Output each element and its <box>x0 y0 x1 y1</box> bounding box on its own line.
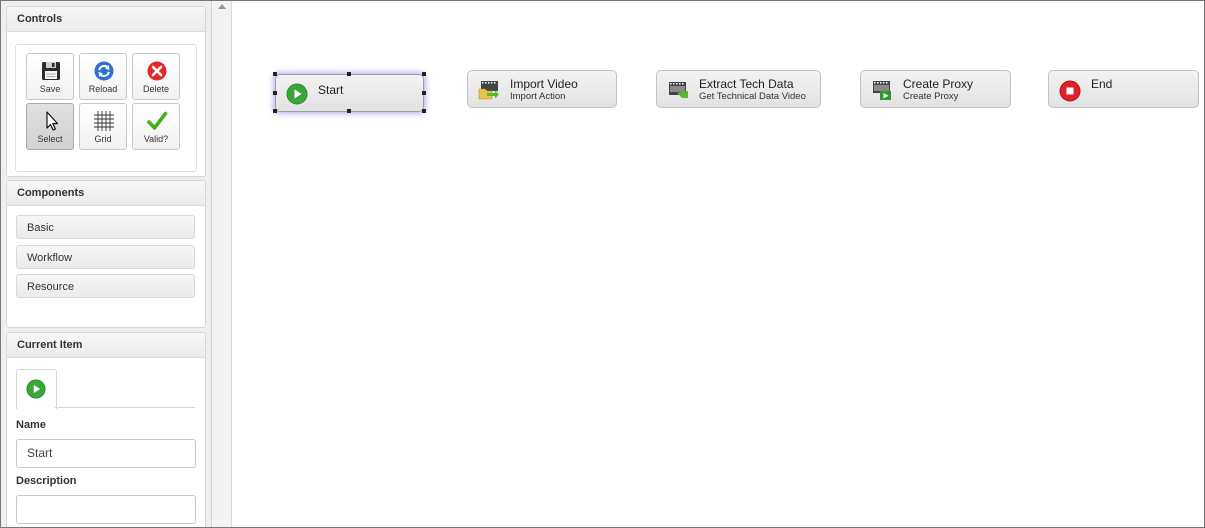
checkmark-icon <box>147 111 168 130</box>
node-extract-subtitle: Get Technical Data Video <box>699 91 806 102</box>
resize-handle[interactable] <box>422 109 426 113</box>
node-end-title: End <box>1091 77 1113 91</box>
name-label: Name <box>16 419 46 431</box>
resize-handle[interactable] <box>422 91 426 95</box>
delete-icon <box>147 61 167 81</box>
node-create-proxy[interactable]: Create Proxy Create Proxy <box>860 70 1011 108</box>
node-extract-tech-data[interactable]: Extract Tech Data Get Technical Data Vid… <box>656 70 821 108</box>
play-icon <box>286 83 308 105</box>
node-import-video[interactable]: Import Video Import Action <box>467 70 617 108</box>
app-frame: Controls Save Reload Delete Select Grid … <box>0 0 1205 528</box>
current-item-title: Current Item <box>7 333 205 358</box>
resize-handle[interactable] <box>273 91 277 95</box>
node-proxy-subtitle: Create Proxy <box>903 91 959 102</box>
save-label: Save <box>39 84 61 94</box>
delete-button[interactable]: Delete <box>132 53 180 100</box>
node-import-subtitle: Import Action <box>510 91 566 102</box>
sidebar: Controls Save Reload Delete Select Grid … <box>1 1 212 527</box>
resize-handle[interactable] <box>422 72 426 76</box>
resize-handle[interactable] <box>347 109 351 113</box>
current-item-panel: Current Item Name Start Description <box>6 332 206 527</box>
node-start[interactable]: Start <box>275 74 424 112</box>
sidebar-splitter[interactable] <box>212 1 232 527</box>
components-panel: Components Basic Workflow Resource <box>6 180 206 328</box>
film-import-icon <box>478 81 499 100</box>
valid-label: Valid? <box>143 134 169 144</box>
component-resource[interactable]: Resource <box>16 274 195 298</box>
resize-handle[interactable] <box>347 72 351 76</box>
cursor-icon <box>46 111 59 131</box>
select-button[interactable]: Select <box>26 103 74 150</box>
play-icon <box>26 379 46 399</box>
save-icon <box>42 62 60 80</box>
resize-handle[interactable] <box>273 72 277 76</box>
stop-icon <box>1059 80 1081 102</box>
tab-divider <box>55 407 195 408</box>
resize-handle[interactable] <box>273 109 277 113</box>
delete-label: Delete <box>142 84 169 94</box>
valid-button[interactable]: Valid? <box>132 103 180 150</box>
component-workflow[interactable]: Workflow <box>16 245 195 269</box>
component-basic[interactable]: Basic <box>16 215 195 239</box>
grid-button[interactable]: Grid <box>79 103 127 150</box>
controls-title: Controls <box>7 7 205 32</box>
film-proxy-icon <box>873 81 891 100</box>
controls-toolbar: Save Reload Delete Select Grid Valid? <box>15 44 197 172</box>
collapse-arrow-icon[interactable] <box>218 4 226 9</box>
grid-label: Grid <box>94 134 112 144</box>
grid-icon <box>94 111 114 131</box>
controls-panel: Controls Save Reload Delete Select Grid … <box>6 6 206 177</box>
node-start-title: Start <box>318 83 344 97</box>
reload-icon <box>94 61 114 81</box>
node-extract-title: Extract Tech Data <box>699 77 794 91</box>
reload-button[interactable]: Reload <box>79 53 127 100</box>
save-button[interactable]: Save <box>26 53 74 100</box>
tab-current-item[interactable] <box>16 369 57 409</box>
components-title: Components <box>7 181 205 206</box>
film-extract-icon <box>669 82 688 98</box>
node-proxy-title: Create Proxy <box>903 77 974 91</box>
node-end[interactable]: End <box>1048 70 1199 108</box>
select-label: Select <box>37 134 63 144</box>
name-field[interactable]: Start <box>16 439 196 468</box>
node-import-title: Import Video <box>510 77 578 91</box>
description-label: Description <box>16 475 77 487</box>
reload-label: Reload <box>88 84 118 94</box>
description-field[interactable] <box>16 495 196 524</box>
workflow-canvas[interactable]: Start Import Video Import Action Extract… <box>232 1 1204 527</box>
